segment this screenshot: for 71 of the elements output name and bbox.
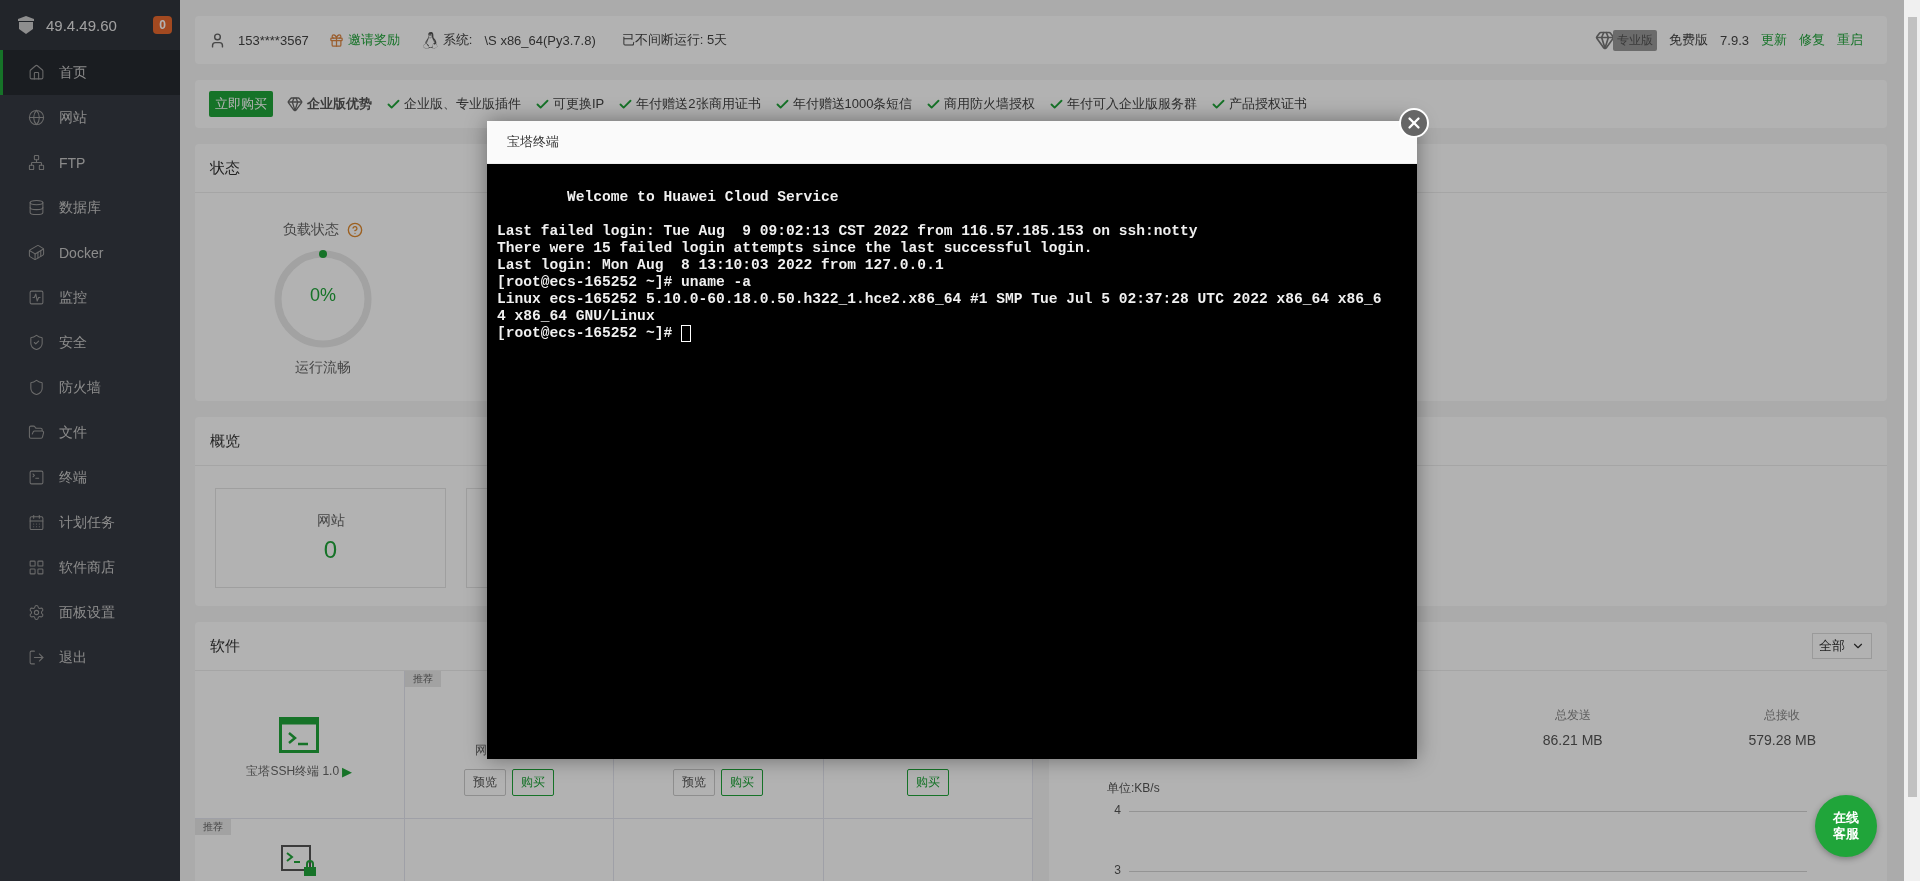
sidebar-item[interactable]: Docker: [0, 230, 180, 275]
uptime: 已不间断运行: 5天: [621, 31, 728, 49]
dialog-title: 宝塔终端: [507, 133, 559, 151]
sidebar-item[interactable]: FTP: [0, 140, 180, 185]
system-label: 系统:: [442, 31, 473, 49]
app-name[interactable]: 宝塔SSH终端 1.0: [246, 763, 340, 780]
sidebar-item[interactable]: 文件: [0, 410, 180, 455]
panel-title: 概览: [210, 431, 240, 451]
panel-title: 状态: [210, 158, 240, 178]
buy-button[interactable]: 立即购买: [209, 91, 273, 117]
gauge-caption: 运行流畅: [295, 359, 351, 377]
promo-title: 企业版优势: [307, 95, 372, 113]
sidebar-item[interactable]: 面板设置: [0, 590, 180, 635]
axis-tick: 3: [1113, 863, 1121, 877]
sidebar-item[interactable]: 软件商店: [0, 545, 180, 590]
filter-select[interactable]: 全部: [1812, 633, 1872, 659]
sidebar-item[interactable]: 退出: [0, 635, 180, 680]
terminal-line: There were 15 failed login attempts since the last successful login.: [497, 240, 1093, 257]
terminal-line: Last failed login: Tue Aug 9 09:02:13 CST 2022 from 116.57.185.153 on ssh:notty: [497, 223, 1198, 240]
action-link[interactable]: 更新: [1761, 31, 1787, 49]
user-account: 153****3567: [238, 32, 309, 48]
recommend-tag: 推荐: [404, 671, 441, 687]
preview-button[interactable]: 预览: [463, 769, 506, 796]
sidebar-item[interactable]: 计划任务: [0, 500, 180, 545]
traffic-label: 总发送: [1554, 707, 1591, 724]
terminal-line: Welcome to Huawei Cloud Service: [566, 189, 839, 206]
app-name[interactable]: 网: [474, 742, 487, 759]
invite-link[interactable]: 邀请奖励: [347, 31, 400, 49]
server-address: 49.4.49.60: [46, 16, 118, 34]
gauge-label: 负载状态: [283, 221, 339, 239]
panel-title: 软件: [210, 636, 240, 656]
action-link[interactable]: 重启: [1837, 31, 1863, 49]
feature-text: 年付可入企业版服务群: [1067, 95, 1198, 113]
chart-unit: 单位:KB/s: [1107, 780, 1161, 797]
buy-button[interactable]: 购买: [721, 769, 764, 796]
play-icon[interactable]: ▶: [342, 764, 353, 779]
preview-button[interactable]: 预览: [673, 769, 716, 796]
gauge-value: 0%: [310, 285, 336, 305]
feature-text: 商用防火墙授权: [944, 95, 1036, 113]
sidebar-item[interactable]: 网站: [0, 95, 180, 140]
traffic-label: 总接收: [1764, 707, 1801, 724]
feature-text: 年付赠送2张商用证书: [636, 95, 761, 113]
system-info: \S x86_64(Py3.7.8): [484, 32, 596, 48]
sidebar-item[interactable]: 首页: [0, 50, 180, 95]
sidebar-item[interactable]: 安全: [0, 320, 180, 365]
version: 7.9.3: [1720, 32, 1749, 48]
terminal-line: Linux ecs-165252 5.10.0-60.18.0.50.h322_1.hce2.x86_64 #1 SMP Tue Jul 5 02:37:28 UTC 2022 x86_64 x86_6: [497, 291, 1382, 308]
terminal-line: Last login: Mon Aug 8 13:10:03 2022 from 127.0.0.1: [497, 257, 944, 274]
stat-label: 网站: [316, 512, 345, 530]
buy-button[interactable]: 购买: [906, 769, 949, 796]
feature-text: 可更换IP: [553, 95, 605, 113]
feature-text: 产品授权证书: [1229, 95, 1308, 113]
terminal-line: 4 x86_64 GNU/Linux: [497, 308, 655, 325]
feature-text: 企业版、专业版插件: [404, 95, 521, 113]
terminal-line: [root@ecs-165252 ~]# uname -a: [497, 274, 751, 291]
terminal-prompt: [root@ecs-165252 ~]#: [497, 325, 673, 342]
edition: 免费版: [1669, 31, 1709, 49]
action-link[interactable]: 修复: [1799, 31, 1825, 49]
stat-card[interactable]: 网站 0: [215, 488, 446, 588]
axis-tick: 4: [1113, 803, 1121, 817]
stat-value: 0: [323, 536, 338, 564]
sidebar-item[interactable]: 防火墙: [0, 365, 180, 410]
sidebar-item[interactable]: 监控: [0, 275, 180, 320]
traffic-value: 579.28 MB: [1748, 732, 1817, 748]
buy-button[interactable]: 购买: [511, 769, 554, 796]
traffic-value: 86.21 MB: [1542, 732, 1603, 748]
feature-text: 年付赠送1000条短信: [792, 95, 913, 113]
message-count[interactable]: 0: [153, 16, 172, 34]
recommend-tag: 推荐: [195, 819, 231, 835]
sidebar-item[interactable]: 数据库: [0, 185, 180, 230]
sidebar-item[interactable]: 终端: [0, 455, 180, 500]
